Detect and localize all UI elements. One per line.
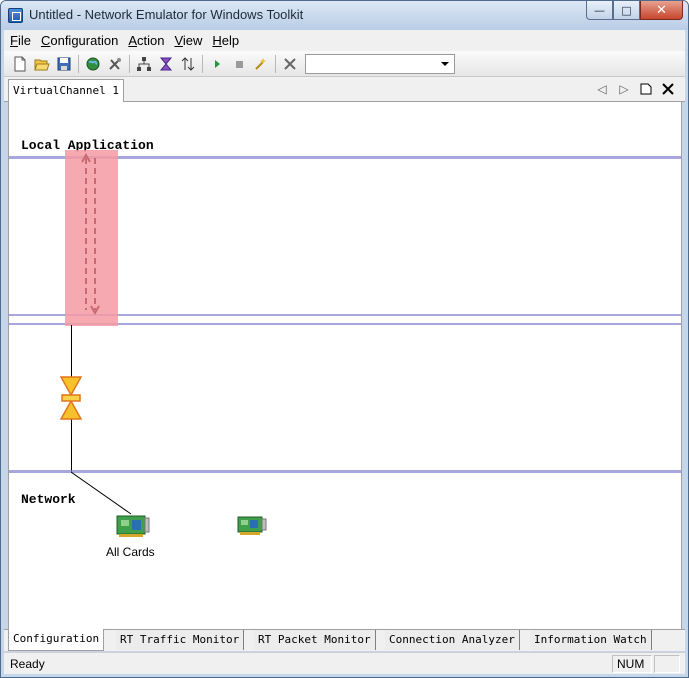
tab-rt-traffic-monitor[interactable]: RT Traffic Monitor (116, 630, 245, 650)
toolbar-separator (275, 54, 276, 73)
status-text: Ready (10, 657, 45, 671)
toolbar-separator (78, 54, 79, 73)
tab-virtual-channel-1[interactable]: VirtualChannel 1 (8, 79, 124, 102)
globe-button[interactable] (82, 53, 104, 75)
sort-arrows-icon (181, 56, 195, 71)
close-icon (662, 83, 674, 95)
maximize-button[interactable]: □ (613, 1, 640, 20)
status-pane-empty (654, 655, 680, 673)
delete-button[interactable] (279, 53, 301, 75)
new-file-icon (14, 56, 26, 71)
menu-configuration[interactable]: Configuration (41, 33, 118, 48)
all-cards-label: All Cards (106, 545, 155, 559)
dashed-arrows-icon (81, 152, 100, 316)
app-window: Untitled - Network Emulator for Windows … (0, 0, 689, 678)
wizard-button[interactable] (250, 53, 272, 75)
num-lock-indicator: NUM (612, 655, 652, 673)
close-tab-button[interactable] (659, 80, 677, 98)
menu-action[interactable]: Action (128, 33, 164, 48)
save-button[interactable] (53, 53, 75, 75)
tab-connection-analyzer[interactable]: Connection Analyzer (385, 630, 520, 650)
menu-help[interactable]: Help (212, 33, 239, 48)
stop-icon (236, 60, 243, 68)
channel-canvas[interactable]: Local Application Network All Cards (8, 102, 682, 629)
document-tab-bar: VirtualChannel 1 ◁ ▷ (4, 77, 685, 102)
open-folder-icon (34, 59, 50, 70)
new-tab-button[interactable] (637, 80, 655, 98)
toolbar-separator (202, 54, 203, 73)
maximize-icon: □ (621, 3, 632, 17)
minimize-button[interactable]: — (586, 1, 613, 20)
new-button[interactable] (9, 53, 31, 75)
save-icon (57, 57, 71, 70)
window-title: Untitled - Network Emulator for Windows … (29, 7, 304, 22)
open-button[interactable] (31, 53, 53, 75)
view-tab-bar: Configuration RT Traffic Monitor RT Pack… (4, 629, 685, 651)
app-icon (8, 8, 23, 23)
network-tree-icon (137, 56, 151, 71)
title-bar[interactable]: Untitled - Network Emulator for Windows … (1, 1, 688, 30)
status-bar: Ready NUM (4, 652, 685, 674)
stop-button[interactable] (228, 53, 250, 75)
menu-view[interactable]: View (174, 33, 202, 48)
wizard-icon (255, 57, 266, 70)
tab-rt-packet-monitor[interactable]: RT Packet Monitor (254, 630, 376, 650)
tab-next-button[interactable]: ▷ (615, 80, 633, 98)
all-cards-icon[interactable] (116, 512, 150, 538)
filter-button[interactable] (155, 53, 177, 75)
new-page-icon (640, 83, 652, 95)
network-label: Network (21, 492, 76, 507)
tools-button[interactable] (104, 53, 126, 75)
tab-prev-button[interactable]: ◁ (593, 80, 611, 98)
minimize-icon: — (594, 3, 605, 17)
toolbar (4, 51, 685, 77)
menu-bar: File Configuration Action View Help (4, 30, 685, 51)
tab-information-watch[interactable]: Information Watch (530, 630, 652, 650)
menu-file[interactable]: File (10, 33, 31, 48)
globe-icon (86, 57, 100, 70)
network-tree-button[interactable] (133, 53, 155, 75)
chevron-right-icon: ▷ (619, 82, 629, 96)
toolbar-combo[interactable] (305, 53, 455, 74)
delete-x-icon (284, 57, 296, 70)
close-icon: ✕ (656, 2, 667, 18)
toolbar-separator (129, 54, 130, 73)
sort-button[interactable] (177, 53, 199, 75)
hourglass-filter-icon (159, 57, 173, 70)
filter-bowtie-icon[interactable] (59, 375, 83, 421)
chevron-left-icon: ◁ (597, 82, 607, 96)
tools-icon (109, 57, 121, 70)
play-button[interactable] (206, 53, 228, 75)
network-card-icon[interactable] (237, 514, 267, 536)
network-wire (71, 470, 132, 515)
tab-configuration[interactable]: Configuration (8, 629, 105, 651)
close-button[interactable]: ✕ (640, 1, 683, 20)
play-icon (215, 59, 220, 68)
